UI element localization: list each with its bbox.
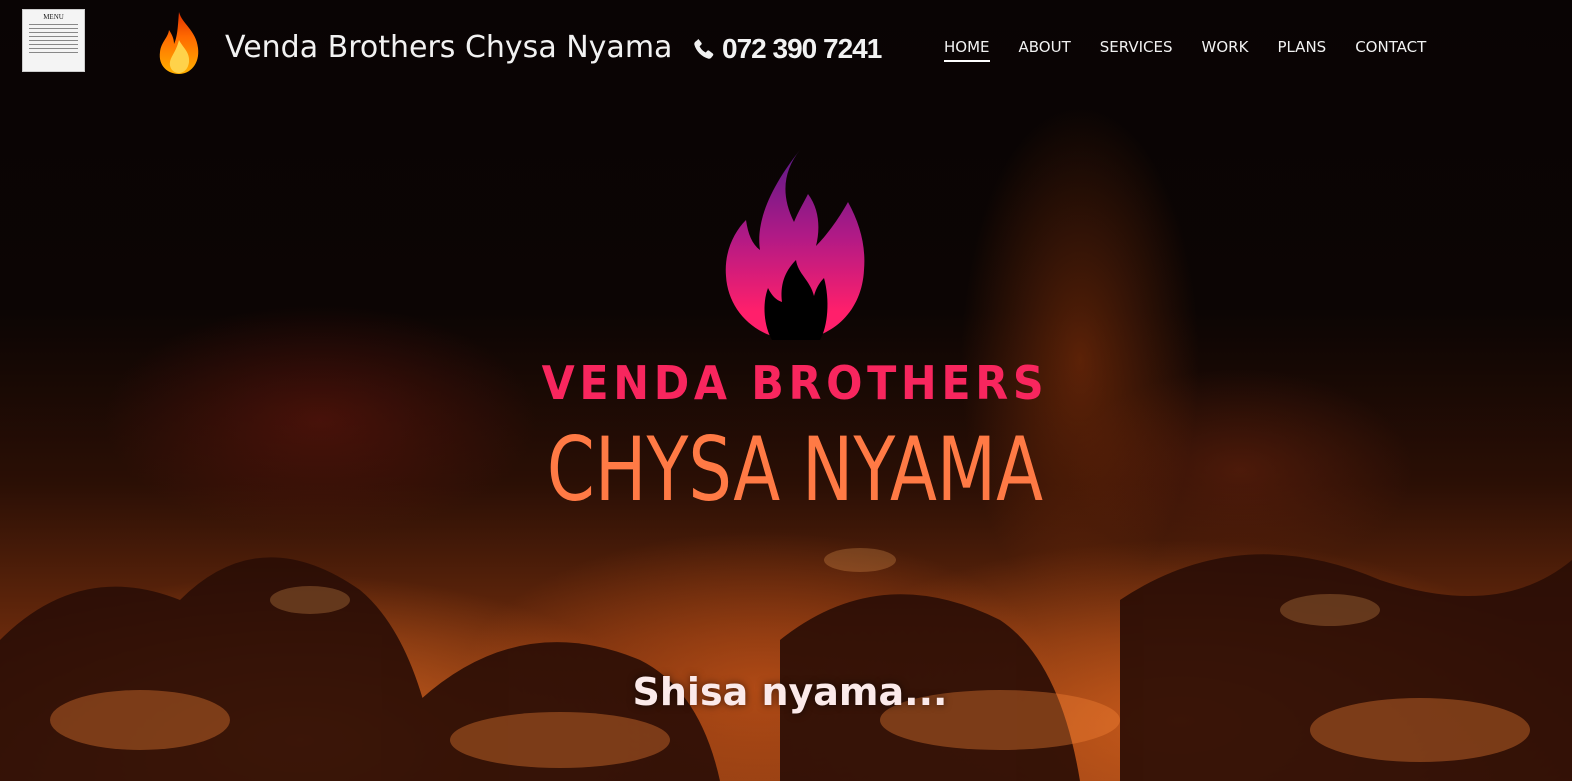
hero-tagline: Shisa nyama... (632, 670, 948, 714)
nav-item-home[interactable]: HOME (944, 38, 990, 62)
nav-item-services[interactable]: SERVICES (1100, 38, 1173, 62)
phone-number: 072 390 7241 (722, 33, 882, 64)
page: MENU Venda Brothers Chysa Nyama 072 390 … (0, 0, 1572, 781)
menu-thumbnail-line (29, 28, 78, 29)
flame-logo (725, 150, 865, 340)
site-header: MENU Venda Brothers Chysa Nyama 072 390 … (0, 0, 1572, 100)
main-nav: HOME ABOUT SERVICES WORK PLANS CONTACT (944, 38, 1455, 62)
menu-thumbnail-line (29, 32, 78, 33)
hero-title-line2: CHYSA NYAMA (546, 418, 1044, 521)
menu-thumbnail-line (29, 44, 78, 45)
nav-item-about[interactable]: ABOUT (1019, 38, 1071, 62)
menu-thumbnail-line (29, 36, 78, 37)
flame-icon[interactable] (156, 12, 202, 74)
nav-item-plans[interactable]: PLANS (1277, 38, 1326, 62)
menu-thumbnail-line (29, 40, 78, 41)
menu-thumbnail[interactable]: MENU (22, 9, 85, 72)
menu-thumbnail-title: MENU (43, 13, 64, 21)
menu-thumbnail-line (29, 52, 78, 53)
nav-item-work[interactable]: WORK (1202, 38, 1249, 62)
nav-item-contact[interactable]: CONTACT (1355, 38, 1426, 62)
phone-icon (694, 39, 714, 59)
phone-link[interactable]: 072 390 7241 (692, 33, 882, 65)
menu-thumbnail-line (29, 48, 78, 49)
menu-thumbnail-line (29, 24, 78, 25)
brand-name[interactable]: Venda Brothers Chysa Nyama (225, 30, 672, 65)
hero-title-line1: VENDA BROTHERS (541, 356, 1049, 410)
